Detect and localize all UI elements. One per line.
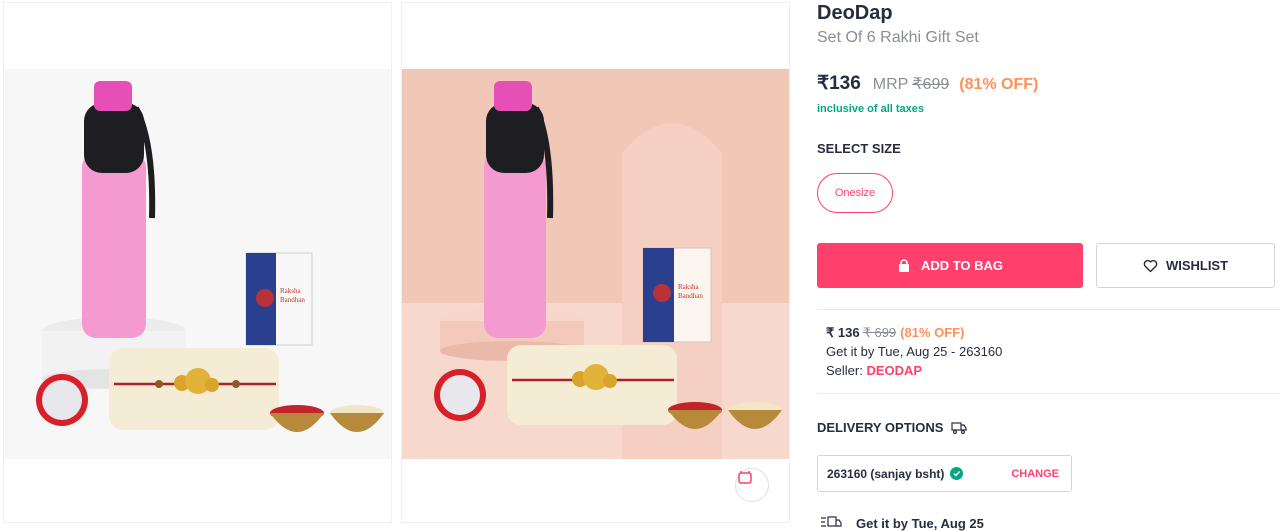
seller-name-link[interactable]: DEODAP: [866, 363, 922, 378]
delivery-options-label: DELIVERY OPTIONS: [817, 420, 944, 435]
product-photo-2: Raksha Bandhan: [402, 3, 789, 522]
product-image-2[interactable]: Raksha Bandhan: [401, 2, 790, 523]
size-option-onesize[interactable]: Onesize: [817, 173, 893, 213]
delivery-options-title: DELIVERY OPTIONS: [817, 420, 968, 435]
select-size-title: SELECT SIZE: [817, 141, 901, 156]
svg-text:Bandhan: Bandhan: [280, 296, 305, 304]
wishlist-label: WISHLIST: [1165, 258, 1229, 273]
divider: [817, 393, 1280, 394]
check-icon: [950, 467, 964, 480]
discount-label: (81% OFF): [959, 76, 1039, 93]
svg-text:Bandhan: Bandhan: [678, 292, 703, 300]
delivery-estimate-label: Get it by Tue, Aug 25: [856, 515, 984, 531]
divider: [817, 309, 1280, 310]
wishlist-button[interactable]: WISHLIST: [1096, 243, 1275, 288]
add-to-bag-label: ADD TO BAG: [920, 258, 1004, 273]
brand-name: DeoDap: [817, 2, 893, 24]
seller-price: ₹ 136: [826, 325, 860, 340]
product-image-1[interactable]: Raksha Bandhan: [3, 2, 392, 523]
delivery-estimate: Get it by Tue, Aug 25: [820, 515, 984, 531]
seller-row: Seller: DEODAP: [826, 361, 1002, 380]
bag-icon: [898, 258, 909, 272]
svg-text:Raksha: Raksha: [678, 283, 700, 291]
seller-mrp: ₹ 699: [862, 325, 897, 340]
product-title: Set Of 6 Rakhi Gift Set: [817, 29, 979, 46]
seller-delivery-date: Get it by Tue, Aug 25 - 263160: [826, 344, 1003, 359]
seller-discount: (81% OFF): [900, 325, 965, 340]
change-pincode-button[interactable]: CHANGE: [1011, 468, 1059, 480]
price-row: ₹136 MRP ₹699 (81% OFF): [817, 72, 1038, 95]
seller-info: ₹ 136 ₹ 699 (81% OFF) Get it by Tue, Aug 2…: [826, 323, 1002, 380]
selling-price: ₹136: [817, 73, 861, 94]
seller-price-row: ₹ 136 ₹ 699 (81% OFF): [826, 323, 1002, 342]
add-to-bag-button[interactable]: ADD TO BAG: [817, 243, 1083, 288]
delivery-truck-icon: [821, 516, 842, 527]
pincode-box: 263160 (sanjay bsht) CHANGE: [817, 455, 1072, 492]
similar-icon: [738, 471, 752, 484]
view-similar-button[interactable]: [735, 468, 769, 502]
pincode-value: 263160 (sanjay bsht): [827, 466, 945, 481]
tax-note: inclusive of all taxes: [817, 103, 924, 115]
svg-text:Raksha: Raksha: [280, 287, 302, 295]
product-photo-1: Raksha Bandhan: [4, 3, 391, 522]
mrp-label: MRP: [872, 76, 909, 93]
mrp-value: ₹699: [912, 76, 950, 93]
seller-label: Seller:: [826, 363, 863, 378]
heart-icon: [1143, 259, 1158, 272]
truck-icon: [951, 421, 968, 434]
